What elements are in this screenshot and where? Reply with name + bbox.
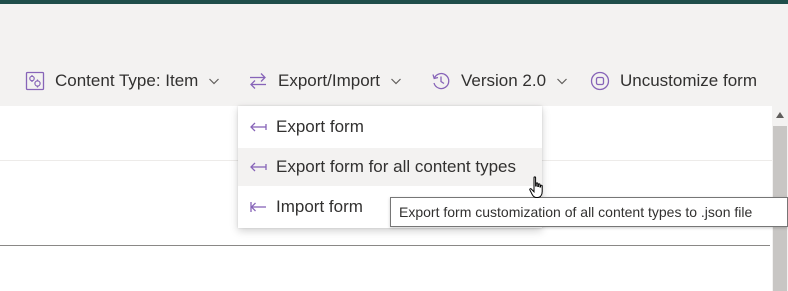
tooltip: Export form customization of all content… xyxy=(390,197,788,227)
export-import-label: Export/Import xyxy=(278,71,381,90)
export-arrow-icon xyxy=(248,117,268,137)
chevron-down-icon xyxy=(208,75,220,87)
history-icon xyxy=(430,70,452,92)
divider xyxy=(0,245,770,246)
chevron-down-icon xyxy=(556,75,568,87)
content-type-button[interactable]: Content Type: Item xyxy=(24,56,220,106)
menu-item-label: Export form xyxy=(276,117,364,136)
uncustomize-form-label: Uncustomize form xyxy=(620,71,757,90)
version-label: Version 2.0 xyxy=(461,71,547,90)
tooltip-text: Export form customization of all content… xyxy=(399,204,753,220)
export-arrow-icon xyxy=(248,157,268,177)
scroll-up-arrow-icon[interactable] xyxy=(776,112,784,118)
import-arrow-icon xyxy=(248,197,268,217)
top-bar xyxy=(0,0,788,4)
content-type-gear-icon xyxy=(24,70,46,92)
stop-circle-icon xyxy=(589,70,611,92)
uncustomize-form-button[interactable]: Uncustomize form xyxy=(589,56,757,106)
version-button[interactable]: Version 2.0 xyxy=(430,56,568,106)
command-bar: Content Type: Item Export/Import Version… xyxy=(0,56,788,106)
menu-item-export-form-all-content-types[interactable]: Export form for all content types xyxy=(238,148,542,186)
menu-item-label: Export form for all content types xyxy=(276,157,516,176)
menu-item-label: Import form xyxy=(276,197,363,216)
content-type-label: Content Type: Item xyxy=(55,71,199,90)
menu-item-export-form[interactable]: Export form xyxy=(238,108,542,146)
hand-pointer-cursor-icon xyxy=(528,176,548,200)
chevron-down-icon xyxy=(390,75,402,87)
export-import-button[interactable]: Export/Import xyxy=(247,56,402,106)
swap-arrows-icon xyxy=(247,70,269,92)
